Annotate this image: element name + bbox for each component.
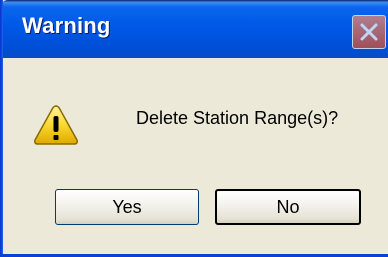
- warning-dialog: Warning Delete Station Range(s)? Yes No: [0, 0, 388, 257]
- title-bar[interactable]: Warning: [0, 0, 388, 58]
- yes-button[interactable]: Yes: [55, 189, 199, 225]
- warning-icon: [34, 105, 78, 145]
- close-icon: [360, 23, 378, 41]
- dialog-message: Delete Station Range(s)?: [136, 108, 339, 128]
- window-title: Warning: [22, 13, 111, 38]
- close-button[interactable]: [352, 15, 386, 49]
- dialog-body: Delete Station Range(s)? Yes No: [3, 58, 388, 254]
- no-button[interactable]: No: [215, 189, 361, 225]
